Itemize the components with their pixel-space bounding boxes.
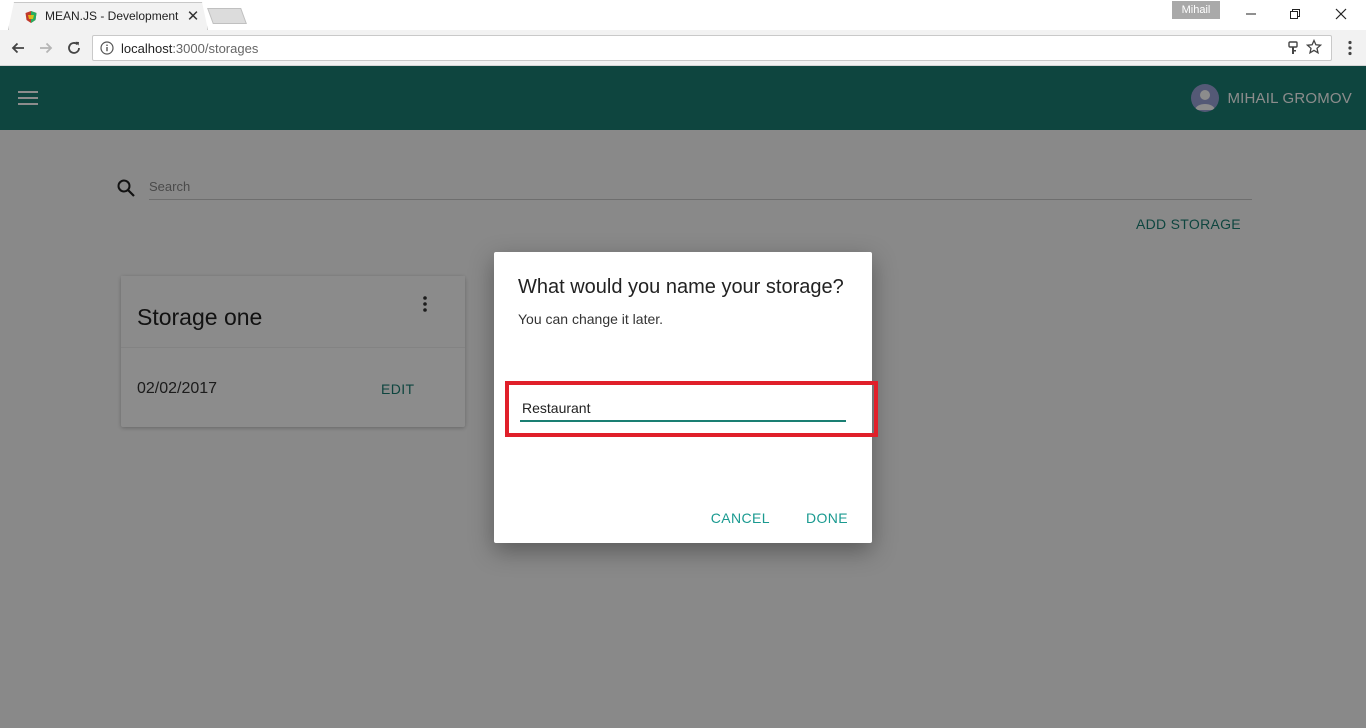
storage-name-input[interactable] xyxy=(520,396,846,422)
browser-tabstrip: MEAN.JS - Development ✕ Mihail xyxy=(0,0,1366,30)
more-vert-icon xyxy=(1348,40,1352,56)
key-icon[interactable] xyxy=(1287,40,1299,56)
meanjs-favicon-icon xyxy=(25,11,37,23)
restore-icon xyxy=(1290,9,1300,19)
window-restore-button[interactable] xyxy=(1272,0,1318,28)
address-bar-url: localhost:3000/storages xyxy=(121,41,258,56)
reload-icon xyxy=(68,41,80,54)
star-icon[interactable] xyxy=(1306,39,1322,55)
url-path: :3000/storages xyxy=(172,41,259,56)
address-bar[interactable]: localhost:3000/storages xyxy=(92,35,1332,61)
dialog-subtitle: You can change it later. xyxy=(518,311,664,327)
name-storage-dialog: What would you name your storage? You ca… xyxy=(494,252,878,543)
minimize-icon xyxy=(1246,13,1256,15)
dialog-actions: CANCEL DONE xyxy=(703,506,856,530)
url-host: localhost xyxy=(121,41,173,56)
cancel-button[interactable]: CANCEL xyxy=(703,506,778,530)
tab-close-icon[interactable]: ✕ xyxy=(185,7,201,25)
arrow-left-icon xyxy=(11,42,24,54)
info-icon[interactable] xyxy=(100,41,114,55)
back-button[interactable] xyxy=(6,36,30,60)
browser-profile-badge[interactable]: Mihail xyxy=(1172,1,1220,19)
close-icon xyxy=(1335,8,1347,20)
app-root: MIHAIL GROMOV ADD STORAGE Storage one 02… xyxy=(0,66,1366,728)
browser-tab-active[interactable]: MEAN.JS - Development ✕ xyxy=(8,2,208,30)
window-close-button[interactable] xyxy=(1318,0,1364,28)
browser-toolbar: localhost:3000/storages xyxy=(0,30,1366,66)
new-tab-button[interactable] xyxy=(207,8,247,24)
reload-button[interactable] xyxy=(62,36,86,60)
dialog-title: What would you name your storage? xyxy=(518,276,844,298)
done-button[interactable]: DONE xyxy=(798,506,856,530)
forward-button[interactable] xyxy=(34,36,58,60)
window-minimize-button[interactable] xyxy=(1228,0,1274,28)
browser-tab-title: MEAN.JS - Development xyxy=(45,9,179,23)
arrow-right-icon xyxy=(40,42,53,54)
browser-menu-button[interactable] xyxy=(1342,38,1358,58)
